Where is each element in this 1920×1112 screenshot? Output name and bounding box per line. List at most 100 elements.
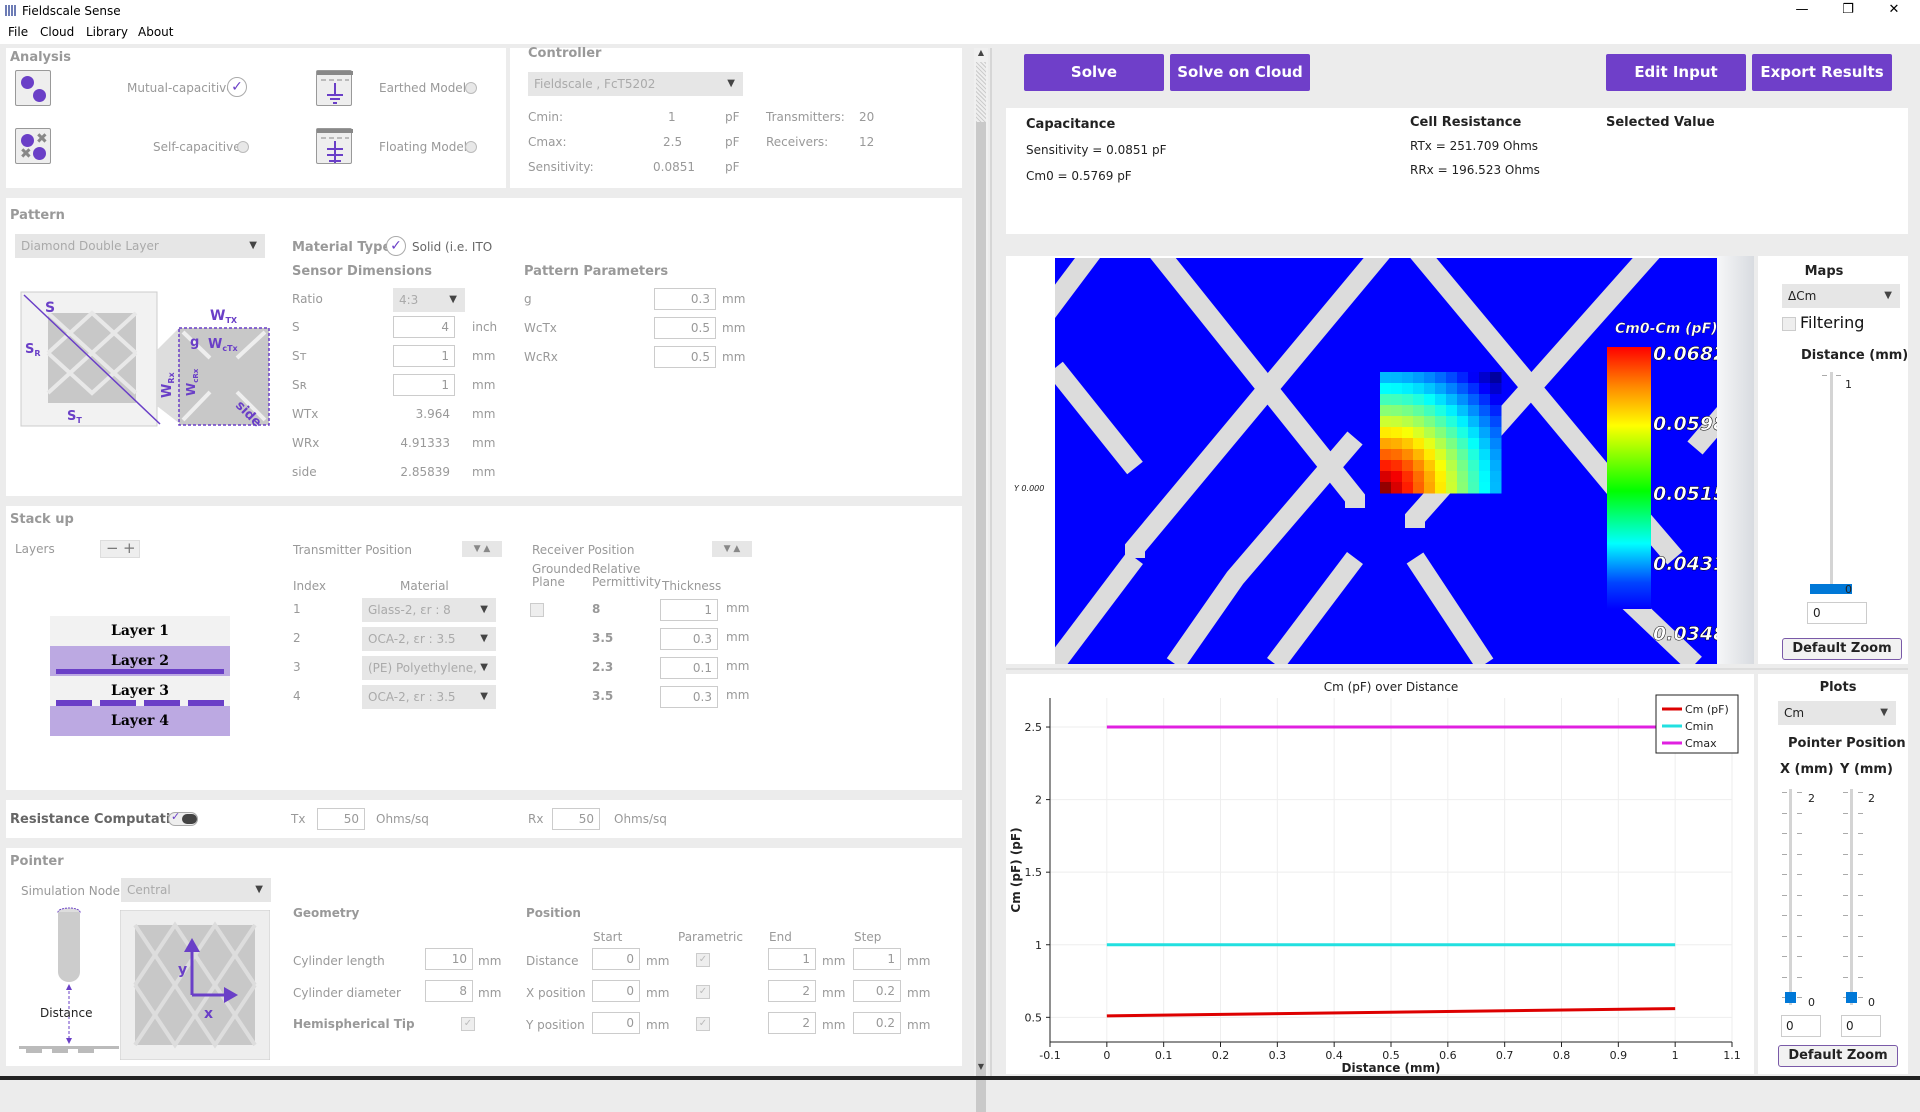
layer-index: 1 xyxy=(293,602,301,616)
layer-material-select[interactable]: Glass-2, εr : 8 ▼ xyxy=(362,598,496,622)
earthed-model-label: Earthed Model xyxy=(379,81,467,95)
position-end-input[interactable]: 1 xyxy=(768,948,816,970)
pattern-select[interactable]: Diamond Double Layer ▼ xyxy=(15,234,265,258)
solve-button[interactable]: Solve xyxy=(1024,54,1164,91)
ratio-select[interactable]: 4:3 ▼ xyxy=(393,288,465,312)
earthed-model-radio[interactable] xyxy=(465,82,477,94)
remove-layer-button[interactable]: − xyxy=(106,541,119,556)
heatmap-cell xyxy=(1424,449,1436,461)
layer-thickness-input[interactable]: 1 xyxy=(660,599,718,621)
dimension-input[interactable]: 4 xyxy=(393,316,455,338)
position-start-input[interactable]: 0 xyxy=(592,1012,640,1034)
scroll-up-icon[interactable]: ▲ xyxy=(976,48,986,62)
edit-input-button[interactable]: Edit Input xyxy=(1606,54,1746,91)
menu-cloud[interactable]: Cloud xyxy=(40,25,74,39)
rx-resistance-input[interactable]: 50 xyxy=(552,808,600,830)
x-position-input[interactable]: 0 xyxy=(1781,1015,1821,1037)
y-slider-track[interactable] xyxy=(1850,789,1853,1005)
x-tick-label: 0.3 xyxy=(1269,1049,1287,1062)
scroll-thumb[interactable] xyxy=(976,122,986,1112)
parametric-checkbox[interactable]: ✓ xyxy=(696,953,710,967)
x-tick-label: 0.1 xyxy=(1155,1049,1173,1062)
floating-model-radio[interactable] xyxy=(465,141,477,153)
left-scrollbar[interactable]: ▲ ▼ xyxy=(974,48,988,1112)
parameter-input[interactable]: 0.5 xyxy=(654,346,716,368)
distance-value-input[interactable]: 0 xyxy=(1807,602,1867,624)
export-results-button[interactable]: Export Results xyxy=(1752,54,1892,91)
receiver-position-stepper[interactable]: ▼ ▲ xyxy=(712,541,752,557)
position-end-input[interactable]: 2 xyxy=(768,1012,816,1034)
solve-on-cloud-button[interactable]: Solve on Cloud xyxy=(1170,54,1310,91)
menu-about[interactable]: About xyxy=(138,25,173,39)
plot-type-select[interactable]: Cm ▼ xyxy=(1778,701,1896,725)
dimension-input[interactable]: 1 xyxy=(393,345,455,367)
parametric-checkbox[interactable]: ✓ xyxy=(696,1017,710,1031)
simulation-node-select[interactable]: Central ▼ xyxy=(121,878,271,902)
self-capacitive-radio[interactable] xyxy=(237,141,249,153)
cm-map-canvas[interactable]: Cm0-Cm (pF) 0.0682 0.0598 0.0515 0.0431 0.03… xyxy=(1055,258,1717,664)
cylinder-length-input[interactable]: 10 xyxy=(425,948,473,970)
position-end-input[interactable]: 2 xyxy=(768,980,816,1002)
y-position-input[interactable]: 0 xyxy=(1841,1015,1881,1037)
close-button[interactable]: ✕ xyxy=(1880,2,1908,20)
layer-thickness-input[interactable]: 0.3 xyxy=(660,628,718,650)
mutual-capacitive-radio[interactable]: ✓ xyxy=(227,77,247,97)
dimension-input[interactable]: 1 xyxy=(393,374,455,396)
heatmap-cell xyxy=(1479,482,1491,494)
filtering-checkbox[interactable] xyxy=(1782,317,1796,331)
layer-material-select[interactable]: OCA-2, εr : 3.5 ▼ xyxy=(362,685,496,709)
layer-material-select[interactable]: OCA-2, εr : 3.5 ▼ xyxy=(362,627,496,651)
x-tick-label: 0.2 xyxy=(1212,1049,1230,1062)
material-solid-radio[interactable]: ✓ xyxy=(386,236,406,256)
position-title: Position xyxy=(526,906,581,920)
splitter-handle[interactable] xyxy=(990,48,992,1078)
position-start-input[interactable]: 0 xyxy=(592,948,640,970)
parameter-input[interactable]: 0.3 xyxy=(654,288,716,310)
cylinder-diameter-input[interactable]: 8 xyxy=(425,980,473,1002)
heatmap-cell xyxy=(1391,449,1403,461)
transmitter-position-stepper[interactable]: ▼ ▲ xyxy=(462,541,502,557)
scroll-down-icon[interactable]: ▼ xyxy=(976,1062,986,1076)
x-slider-thumb[interactable] xyxy=(1785,992,1796,1003)
tx-resistance-input[interactable]: 50 xyxy=(317,808,365,830)
vertical-splitter[interactable] xyxy=(1006,668,1908,670)
resistance-toggle[interactable]: ✓ xyxy=(168,810,198,826)
layer-thickness-input[interactable]: 0.3 xyxy=(660,686,718,708)
distance-slider-track[interactable] xyxy=(1830,372,1833,594)
col-relative-permittivity: Relative Permittivity xyxy=(592,562,661,589)
map-view[interactable]: Cm0-Cm (pF) 0.0682 0.0598 0.0515 0.0431 0.03… xyxy=(1006,256,1754,664)
parametric-checkbox[interactable]: ✓ xyxy=(696,985,710,999)
slider-tick xyxy=(1843,894,1848,896)
plot-default-zoom-button[interactable]: Default Zoom xyxy=(1778,1045,1898,1067)
transmitters-value: 20 xyxy=(859,110,875,124)
grounded-plane-checkbox[interactable] xyxy=(530,603,544,617)
heatmap-cell xyxy=(1391,460,1403,472)
map-type-select[interactable]: ΔCm ▼ xyxy=(1782,284,1900,308)
heatmap-cell xyxy=(1391,438,1403,450)
parameter-input[interactable]: 0.5 xyxy=(654,317,716,339)
colorbar xyxy=(1607,347,1651,609)
controller-select[interactable]: Fieldscale , FcT5202 ▼ xyxy=(528,72,743,96)
menu-file[interactable]: File xyxy=(8,25,28,39)
add-layer-button[interactable]: + xyxy=(123,541,136,556)
heatmap-cell xyxy=(1468,416,1480,428)
position-step-input[interactable]: 1 xyxy=(853,948,901,970)
x-slider-track[interactable] xyxy=(1789,789,1792,1005)
hemispherical-tip-checkbox[interactable]: ✓ xyxy=(461,1017,475,1031)
y-slider-thumb[interactable] xyxy=(1846,992,1857,1003)
position-step-input[interactable]: 0.2 xyxy=(853,1012,901,1034)
map-default-zoom-button[interactable]: Default Zoom xyxy=(1782,638,1902,660)
restore-button[interactable]: ❐ xyxy=(1834,2,1862,20)
position-start-input[interactable]: 0 xyxy=(592,980,640,1002)
heatmap-cell xyxy=(1391,372,1403,384)
cm-over-distance-chart[interactable]: Cm (pF) over Distance -0.1 0 0.1 0.2 0.3 0.4 0.… xyxy=(1006,674,1754,1074)
scroll-track[interactable] xyxy=(976,62,986,122)
minimize-button[interactable]: — xyxy=(1788,2,1816,20)
layer-material-select[interactable]: (PE) Polyethylene, ▼ xyxy=(362,656,496,680)
slider-tick xyxy=(1797,997,1802,998)
layer-thickness-input[interactable]: 0.1 xyxy=(660,657,718,679)
position-step-input[interactable]: 0.2 xyxy=(853,980,901,1002)
dimension-value: 3.964 xyxy=(415,407,450,421)
heatmap-cell xyxy=(1457,372,1469,384)
menu-library[interactable]: Library xyxy=(86,25,128,39)
